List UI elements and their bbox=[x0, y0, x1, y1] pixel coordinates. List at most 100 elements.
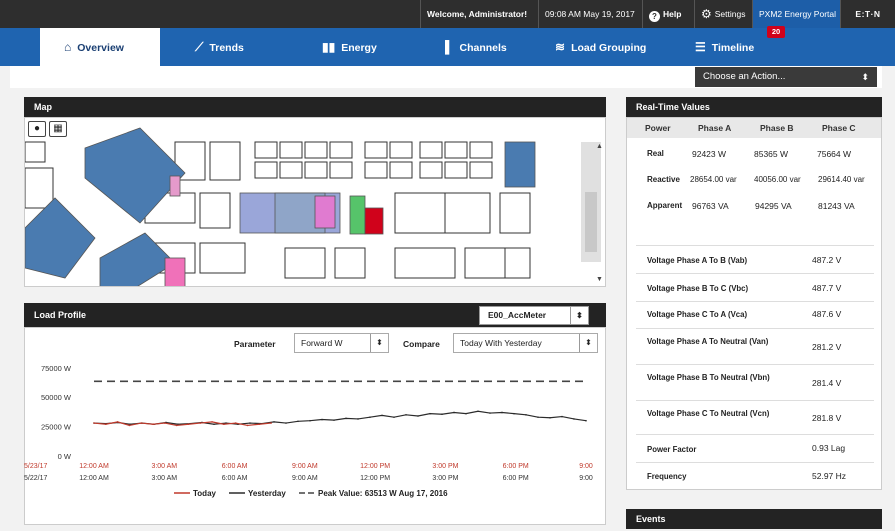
gear-icon: ⚙ bbox=[701, 7, 712, 21]
datetime-text: 09:08 AM May 19, 2017 bbox=[538, 0, 642, 28]
data-point bbox=[393, 416, 395, 418]
eaton-logo: E:T·N bbox=[840, 0, 895, 28]
power-factor-label: Power Factor bbox=[647, 445, 697, 454]
data-point bbox=[405, 414, 407, 416]
row-reactive-label: Reactive bbox=[647, 175, 680, 184]
realtime-header: Real-Time Values bbox=[626, 97, 882, 117]
vcn-label: Voltage Phase C To Neutral (Vcn) bbox=[647, 409, 770, 418]
data-point bbox=[513, 412, 515, 415]
map-scrollbar[interactable] bbox=[581, 142, 601, 262]
x-tick-label: 12:00 PM bbox=[360, 475, 390, 482]
building-icon[interactable]: ▦ bbox=[49, 121, 67, 137]
load-profile-chart: 75000 W 50000 W 25000 W 0 W 5/23/17 5/22/17 12… bbox=[24, 364, 593, 498]
scroll-down-icon[interactable]: ▼ bbox=[596, 276, 603, 283]
x-tick-label: 6:00 AM bbox=[222, 475, 248, 482]
tab-energy[interactable]: ▮▮ Energy bbox=[322, 28, 412, 66]
power-factor-value: 0.93 Lag bbox=[812, 443, 846, 453]
data-point bbox=[477, 410, 479, 413]
vbc-value: 487.7 V bbox=[812, 283, 842, 293]
floor-plan[interactable] bbox=[25, 118, 606, 287]
parameter-label: Parameter bbox=[234, 339, 276, 349]
map-panel[interactable]: ● ▦ bbox=[24, 117, 606, 287]
series-line-yesterday bbox=[93, 410, 587, 425]
data-point bbox=[525, 414, 527, 416]
tab-label: Energy bbox=[341, 42, 377, 54]
help-label: Help bbox=[663, 9, 682, 19]
data-point bbox=[453, 411, 455, 414]
apparent-phase-a: 96763 VA bbox=[692, 201, 729, 211]
list-icon: ☰ bbox=[695, 40, 706, 54]
col-phase-c: Phase C bbox=[822, 123, 856, 133]
x-tick-label: 9:00 AM bbox=[292, 463, 318, 470]
col-phase-a: Phase A bbox=[698, 123, 732, 133]
row-real-label: Real bbox=[647, 149, 664, 158]
x-tick-label: 3:00 AM bbox=[151, 463, 177, 470]
frequency-label: Frequency bbox=[647, 472, 687, 481]
data-point bbox=[501, 411, 503, 414]
data-point bbox=[561, 415, 563, 418]
tab-trends[interactable]: ⟋ Trends bbox=[195, 28, 285, 66]
van-label: Voltage Phase A To Neutral (Van) bbox=[647, 337, 769, 346]
map-pin-icon[interactable]: ● bbox=[28, 121, 46, 137]
data-point bbox=[309, 419, 311, 422]
data-point bbox=[333, 419, 335, 421]
data-point bbox=[249, 422, 251, 424]
home-icon: ⌂ bbox=[64, 40, 72, 54]
action-dropdown-label: Choose an Action... bbox=[703, 71, 786, 82]
y-tick-label: 0 W bbox=[58, 452, 72, 461]
help-icon: ? bbox=[649, 11, 660, 22]
van-value: 281.2 V bbox=[812, 342, 842, 352]
legend-yesterday: Yesterday bbox=[248, 489, 286, 498]
scroll-up-icon[interactable]: ▲ bbox=[596, 143, 603, 150]
top-bar: Welcome, Administrator! 09:08 AM May 19,… bbox=[0, 0, 895, 28]
data-point bbox=[128, 424, 131, 427]
x-tick-label: 6:00 PM bbox=[503, 463, 529, 470]
tab-label: Load Grouping bbox=[571, 42, 647, 54]
portal-link[interactable]: PXM2 Energy Portal bbox=[752, 0, 840, 28]
vca-label: Voltage Phase C To A (Vca) bbox=[647, 310, 748, 319]
updown-icon: ⬍ bbox=[579, 334, 597, 352]
data-point bbox=[234, 422, 237, 424]
divider bbox=[636, 301, 874, 302]
col-power: Power bbox=[645, 123, 671, 133]
data-point bbox=[357, 418, 359, 420]
compare-dropdown[interactable]: Today With Yesterday ⬍ bbox=[453, 333, 598, 353]
x-tick-label: 3:00 PM bbox=[432, 475, 458, 482]
x-tick-label: 12:00 PM bbox=[360, 463, 390, 470]
action-dropdown[interactable]: Choose an Action... ⬍ bbox=[695, 67, 877, 87]
data-point bbox=[573, 418, 575, 420]
settings-link[interactable]: ⚙ Settings bbox=[694, 0, 752, 28]
data-point bbox=[297, 420, 299, 423]
apparent-phase-c: 81243 VA bbox=[818, 201, 855, 211]
channel-icon: ▌ bbox=[445, 40, 454, 54]
data-point bbox=[537, 416, 539, 418]
tab-timeline[interactable]: ☰ Timeline bbox=[695, 28, 815, 66]
real-phase-c: 75664 W bbox=[817, 149, 852, 159]
divider bbox=[636, 273, 874, 274]
meter-dropdown[interactable]: E00_AccMeter ⬍ bbox=[479, 306, 589, 325]
help-link[interactable]: ? Help bbox=[642, 0, 694, 28]
x-tick-label: 9:00 bbox=[579, 475, 593, 482]
scrollbar-thumb[interactable] bbox=[585, 192, 597, 252]
tab-channels[interactable]: ▌ Channels bbox=[445, 28, 535, 66]
reactive-phase-b: 40056.00 var bbox=[754, 175, 801, 184]
data-point bbox=[321, 418, 323, 421]
y-tick-label: 25000 W bbox=[41, 423, 72, 432]
x-tick-label: 3:00 AM bbox=[151, 475, 177, 482]
frequency-value: 52.97 Hz bbox=[812, 471, 847, 481]
data-point bbox=[441, 413, 443, 416]
tab-load-grouping[interactable]: ≋ Load Grouping bbox=[555, 28, 675, 66]
data-point bbox=[152, 423, 154, 426]
compare-value: Today With Yesterday bbox=[460, 338, 542, 348]
reactive-phase-c: 29614.40 var bbox=[818, 175, 865, 184]
data-point bbox=[285, 422, 287, 424]
x-tick-label: 3:00 PM bbox=[432, 463, 458, 470]
data-point bbox=[417, 415, 419, 417]
x-tick-label: 12:00 AM bbox=[79, 475, 109, 482]
data-point bbox=[465, 412, 467, 415]
tab-overview[interactable]: ⌂ Overview bbox=[40, 28, 160, 66]
data-point bbox=[489, 412, 491, 414]
parameter-dropdown[interactable]: Forward W ⬍ bbox=[294, 333, 389, 353]
trend-line-icon: ⟋ bbox=[195, 40, 204, 54]
data-point bbox=[549, 416, 551, 419]
